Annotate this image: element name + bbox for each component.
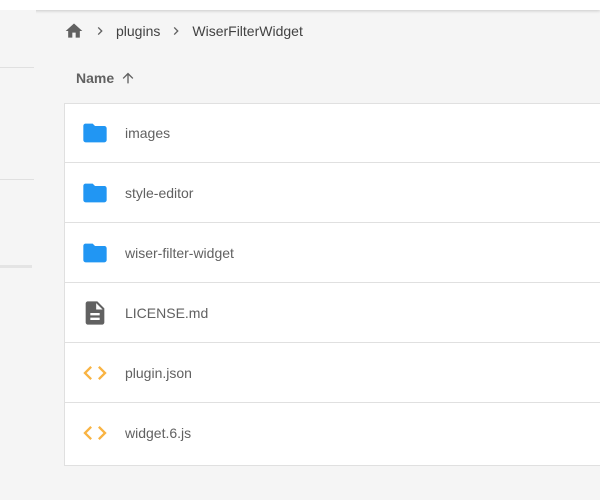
list-item-label: wiser-filter-widget: [125, 244, 234, 261]
document-icon: [81, 299, 109, 327]
list-item-label: widget.6.js: [125, 425, 192, 441]
code-icon: [81, 359, 109, 387]
breadcrumb-item-plugins[interactable]: plugins: [116, 23, 160, 39]
sidebar: [0, 10, 36, 500]
top-bar: [0, 0, 600, 10]
breadcrumb-item-current[interactable]: WiserFilterWidget: [192, 23, 302, 39]
list-item-label: images: [125, 124, 171, 141]
file-list: images style-editor wiser-filter-widget …: [65, 103, 600, 463]
sort-by-name-button[interactable]: Name: [76, 70, 136, 86]
list-item[interactable]: wiser-filter-widget: [65, 223, 600, 283]
column-header-name: Name: [76, 70, 115, 86]
list-item-label: LICENSE.md: [125, 304, 209, 321]
arrow-up-icon: [120, 70, 136, 86]
list-item-label: style-editor: [125, 184, 194, 201]
code-icon: [81, 419, 109, 447]
list-item-label: plugin.json: [125, 364, 192, 381]
home-icon[interactable]: [64, 21, 84, 41]
sidebar-divider: [0, 67, 34, 68]
table-header: Name: [64, 53, 600, 104]
folder-icon: [81, 179, 109, 207]
list-item[interactable]: style-editor: [65, 163, 600, 223]
sidebar-divider: [0, 179, 34, 180]
file-browser-panel: Name images style-editor wiser-filter-wi…: [64, 53, 600, 466]
list-item[interactable]: LICENSE.md: [65, 283, 600, 343]
folder-icon: [81, 119, 109, 147]
chevron-right-icon: [168, 21, 184, 41]
folder-icon: [81, 239, 109, 267]
list-item[interactable]: widget.6.js: [65, 403, 600, 463]
list-item[interactable]: plugin.json: [65, 343, 600, 403]
list-item[interactable]: images: [65, 103, 600, 163]
chevron-right-icon: [92, 21, 108, 41]
breadcrumb: plugins WiserFilterWidget: [64, 14, 303, 48]
sidebar-scroll-indicator: [0, 265, 32, 268]
